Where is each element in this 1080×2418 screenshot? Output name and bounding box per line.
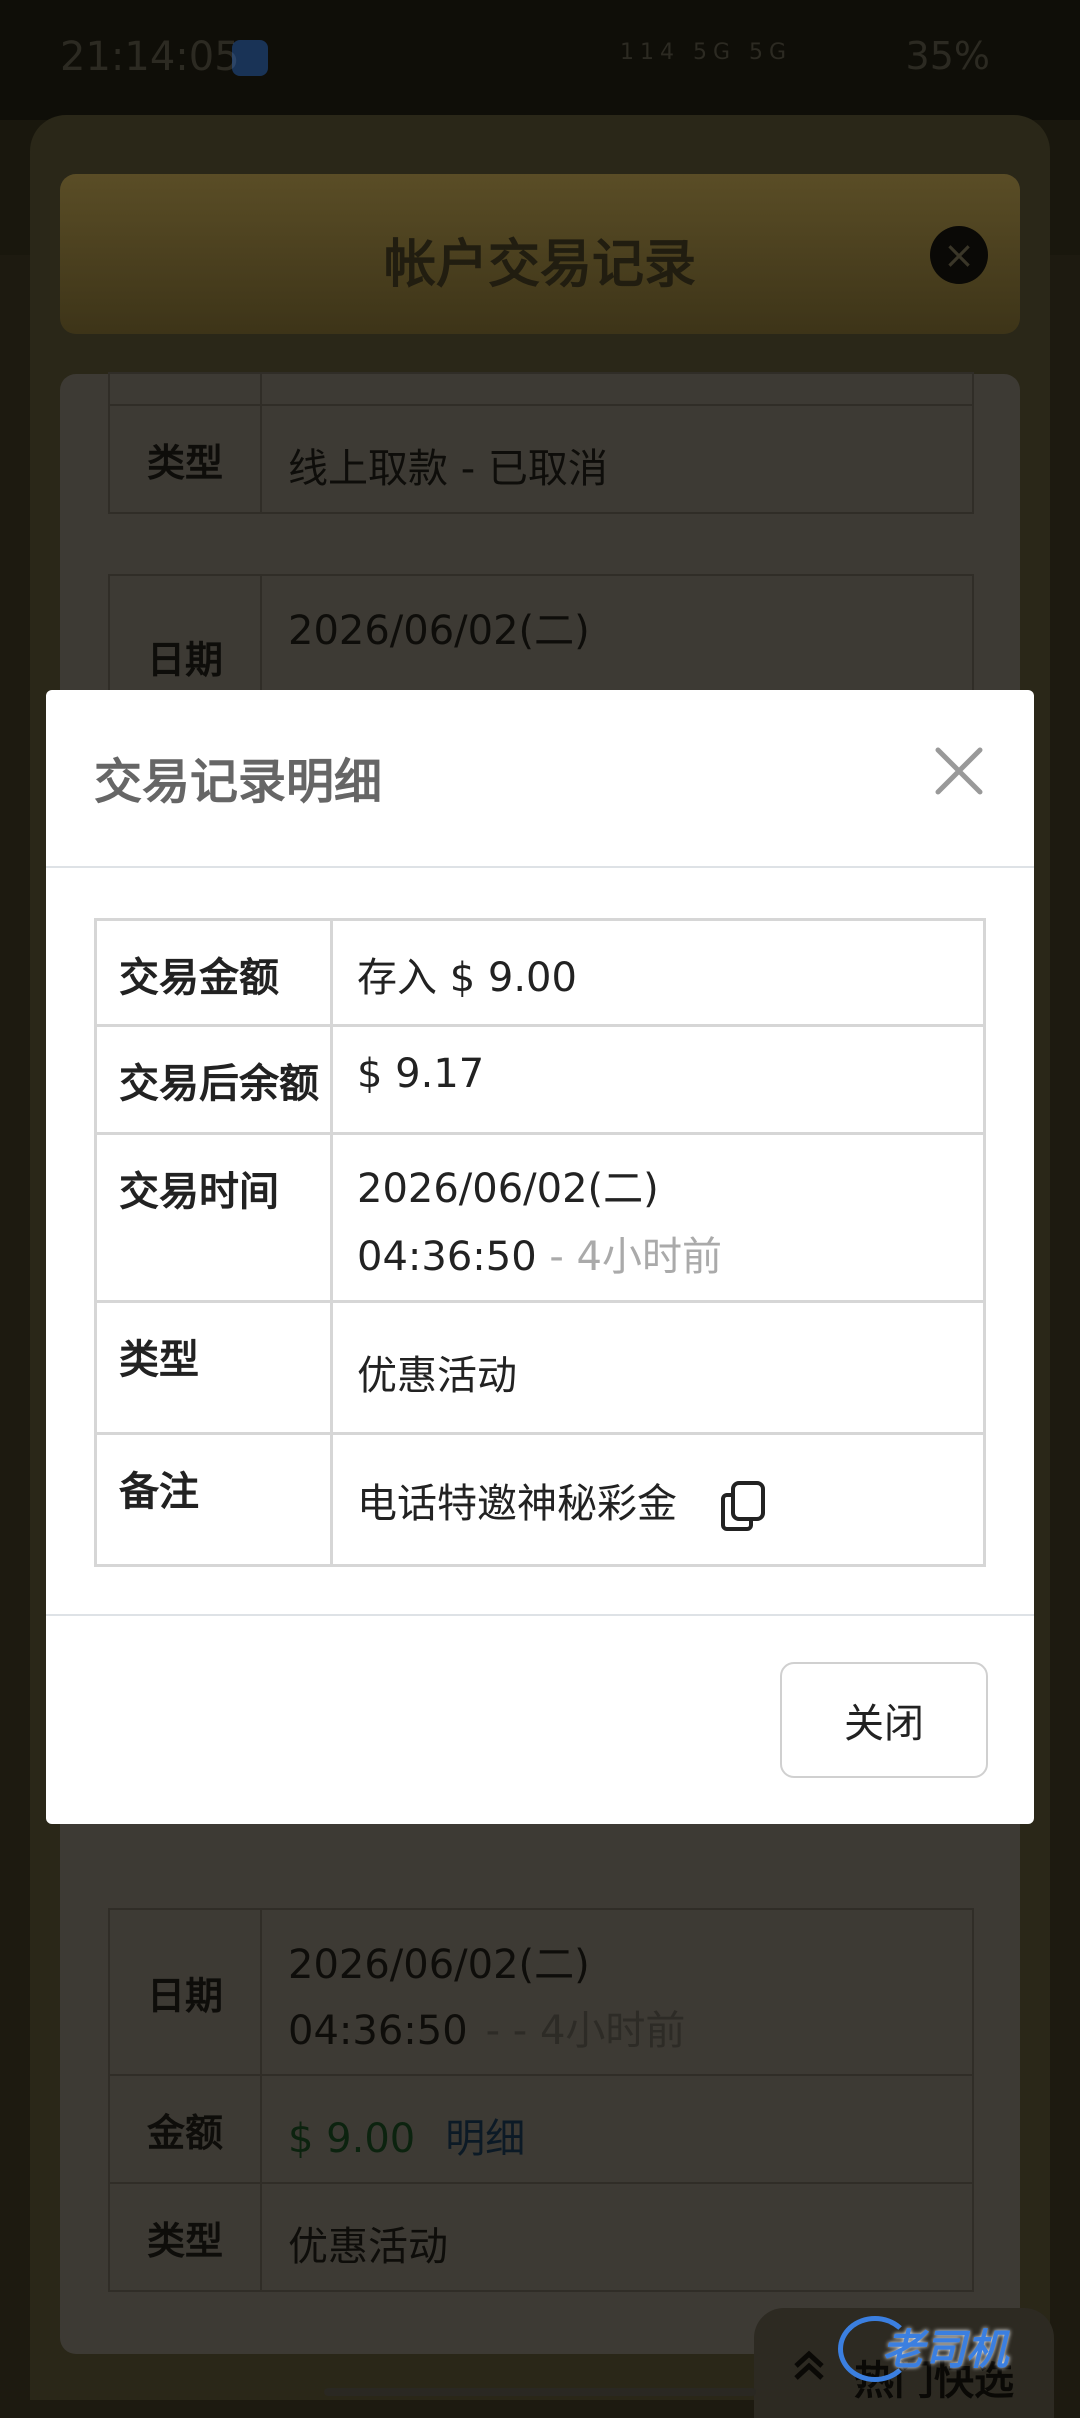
transaction-record: 类型 线上取款 - 已取消 bbox=[108, 372, 974, 514]
detail-label: 交易后余额 bbox=[94, 1024, 333, 1135]
amount-value: $ 9.00 bbox=[288, 2116, 416, 2162]
transaction-record: 日期 2026/06/02(二) 04:36:50 - - 4小时前 金额 $ 9… bbox=[108, 1908, 974, 2292]
amount-label: 金额 bbox=[110, 2076, 262, 2182]
record-row bbox=[110, 374, 972, 404]
date-line2: 04:36:50 bbox=[288, 2008, 468, 2054]
home-indicator[interactable] bbox=[324, 2388, 756, 2396]
detail-row-balance: 交易后余额 $ 9.17 bbox=[94, 1024, 986, 1135]
detail-label: 交易金额 bbox=[94, 918, 333, 1027]
type-value: 优惠活动 bbox=[288, 2224, 448, 2270]
detail-row-time: 交易时间 2026/06/02(二) 04:36:50 - 4小时前 bbox=[94, 1132, 986, 1303]
date-value: 2026/06/02(二) bbox=[288, 608, 590, 654]
date-ago: - - 4小时前 bbox=[485, 2008, 686, 2054]
watermark-logo: 老司机 bbox=[838, 2310, 1068, 2382]
detail-row-note: 备注 电话特邀神秘彩金 bbox=[94, 1432, 986, 1567]
detail-row-type: 类型 优惠活动 bbox=[94, 1300, 986, 1435]
background-close-icon[interactable]: × bbox=[930, 226, 988, 284]
detail-row-amount: 交易金额 存入 $ 9.00 bbox=[94, 918, 986, 1027]
record-row-type: 类型 线上取款 - 已取消 bbox=[110, 404, 972, 512]
detail-label: 类型 bbox=[94, 1300, 333, 1435]
date-line1: 2026/06/02(二) bbox=[288, 1942, 590, 1988]
status-bar: 21:14:05 114 5G 5G 35% bbox=[0, 0, 1080, 120]
copy-icon[interactable] bbox=[717, 1479, 769, 1533]
detail-time-date: 2026/06/02(二) bbox=[357, 1166, 659, 1212]
type-label: 类型 bbox=[110, 2184, 262, 2290]
detail-type-value: 优惠活动 bbox=[330, 1300, 986, 1435]
close-button[interactable]: 关闭 bbox=[780, 1662, 988, 1778]
hotspot-icon bbox=[232, 40, 268, 76]
detail-link[interactable]: 明细 bbox=[445, 2116, 525, 2162]
record-row-date: 日期 2026/06/02(二) 04:36:50 - - 4小时前 bbox=[110, 1910, 972, 2074]
detail-label: 备注 bbox=[94, 1432, 333, 1567]
close-icon[interactable] bbox=[924, 736, 994, 806]
detail-balance-value: $ 9.17 bbox=[330, 1024, 986, 1135]
detail-note-value: 电话特邀神秘彩金 bbox=[357, 1481, 677, 1527]
background-title: 帐户交易记录 bbox=[383, 235, 696, 295]
transaction-detail-modal: 交易记录明细 交易金额 存入 $ 9.00 交易后余额 $ 9.17 交易时间 … bbox=[46, 690, 1034, 1824]
modal-header: 交易记录明细 bbox=[46, 690, 1034, 868]
detail-time-clock: 04:36:50 bbox=[357, 1234, 537, 1280]
status-time: 21:14:05 bbox=[60, 34, 240, 80]
background-title-bar: 帐户交易记录 × bbox=[60, 174, 1020, 334]
detail-label: 交易时间 bbox=[94, 1132, 333, 1303]
detail-amount-value: 存入 $ 9.00 bbox=[330, 918, 986, 1027]
modal-title: 交易记录明细 bbox=[94, 754, 383, 810]
date-label: 日期 bbox=[110, 1910, 262, 2074]
chevron-up-icon bbox=[792, 2346, 826, 2392]
battery-level: 35% bbox=[905, 34, 990, 78]
network-signal-icon: 114 5G 5G bbox=[620, 40, 793, 65]
type-value: 线上取款 - 已取消 bbox=[288, 446, 608, 492]
record-row-type: 类型 优惠活动 bbox=[110, 2182, 972, 2290]
record-row-amount: 金额 $ 9.00 明细 bbox=[110, 2074, 972, 2182]
detail-time-ago: - 4小时前 bbox=[549, 1234, 722, 1280]
detail-table: 交易金额 存入 $ 9.00 交易后余额 $ 9.17 交易时间 2026/06… bbox=[94, 918, 986, 1567]
type-label: 类型 bbox=[110, 406, 262, 512]
modal-footer-divider bbox=[46, 1614, 1034, 1616]
